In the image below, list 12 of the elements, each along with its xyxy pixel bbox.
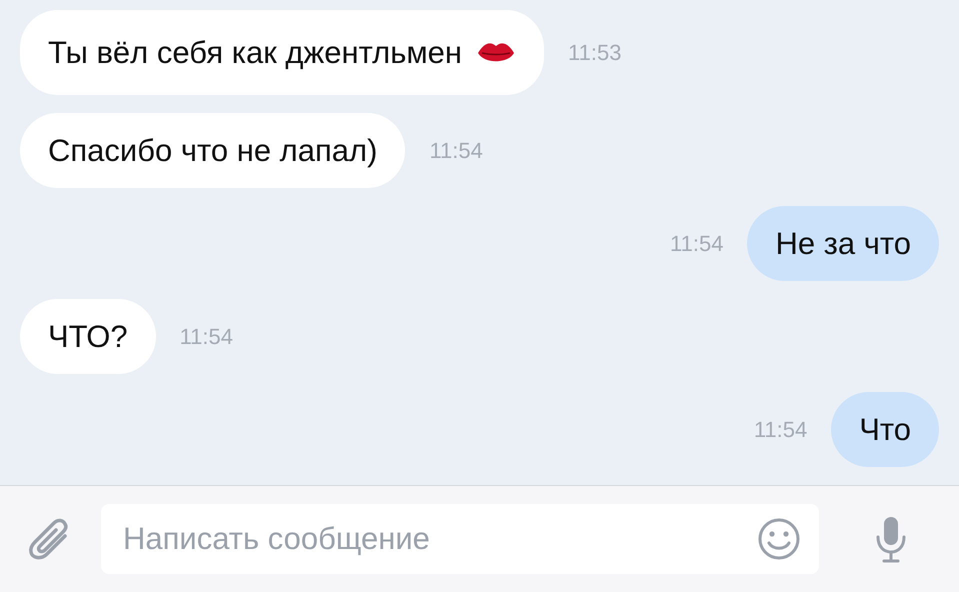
message-text: ЧТО? [48,318,128,354]
message-time: 11:54 [429,138,483,164]
message-text: Не за что [775,226,911,262]
message-time: 11:54 [670,230,724,256]
message-time: 11:54 [180,324,233,350]
message-text: Ты вёл себя как джентльмен [48,34,462,70]
message-text: Спасибо что не лапал) [48,132,378,168]
message-text: Что [859,412,911,448]
message-time: 11:54 [754,416,808,442]
message-field[interactable]: Написать сообщение [101,504,819,574]
message-time: 11:53 [568,40,622,66]
smiley-icon[interactable] [757,517,801,561]
